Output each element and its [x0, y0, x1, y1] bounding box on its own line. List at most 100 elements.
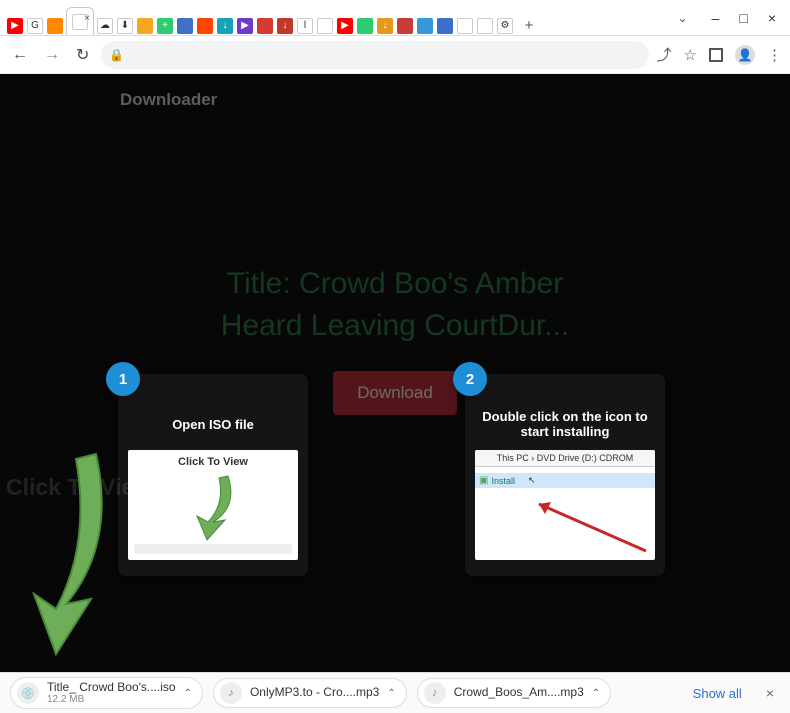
step-card-2: 2 Double click on the icon to start inst… — [465, 374, 665, 576]
browser-tab-google[interactable]: G — [26, 17, 44, 35]
maximize-button[interactable]: □ — [739, 10, 747, 26]
browser-tab-cloud-2[interactable]: ⬇ — [116, 17, 134, 35]
opera-favicon-icon — [257, 18, 273, 34]
step-title-2: Double click on the icon to start instal… — [475, 408, 655, 440]
browser-tab-gear[interactable]: ⚙ — [496, 17, 514, 35]
download-item[interactable]: ♪ OnlyMP3.to - Cro....mp3 ⌃ — [213, 678, 407, 708]
browser-tab-globe-1[interactable] — [316, 17, 334, 35]
browser-tab-play[interactable]: ▶ — [236, 17, 254, 35]
browser-tab-bold[interactable] — [436, 17, 454, 35]
close-window-button[interactable]: × — [768, 10, 776, 26]
google-favicon-icon: G — [27, 18, 43, 34]
download-item[interactable]: ♪ Crowd_Boos_Am....mp3 ⌃ — [417, 678, 611, 708]
youtube-favicon-icon: ▶ — [7, 18, 23, 34]
down-orange-favicon-icon: ↓ — [377, 18, 393, 34]
kebab-menu-icon[interactable]: ⋮ — [767, 46, 782, 64]
browser-tab-down-teal[interactable]: ↓ — [216, 17, 234, 35]
window-controls: – □ × — [698, 10, 790, 26]
gear-favicon-icon: ⚙ — [497, 18, 513, 34]
step-card-1: 1 Open ISO file Click To View — [118, 374, 308, 576]
address-bar: ← → ↻ 🔒 ⤴ ☆ 👤 ⋮ — [0, 36, 790, 74]
step-image-1: Click To View — [128, 450, 298, 560]
green-favicon-icon — [357, 18, 373, 34]
browser-tab-plus[interactable]: + — [156, 17, 174, 35]
globe-2-favicon-icon — [457, 18, 473, 34]
red-arrow-icon — [521, 496, 651, 556]
cloud-3-favicon-icon — [417, 18, 433, 34]
rss-favicon-icon — [47, 18, 63, 34]
step-title-1: Open ISO file — [128, 408, 298, 440]
download-menu-chevron-icon[interactable]: ⌃ — [184, 688, 192, 699]
step1-inner-label: Click To View — [178, 456, 248, 468]
browser-tab-cloud-1[interactable]: ☁ — [96, 17, 114, 35]
new-tab-button[interactable]: + — [520, 17, 538, 35]
lock-icon: 🔒 — [109, 48, 124, 62]
download-item[interactable]: 💿 Title_ Crowd Boo's....iso12.2 MB ⌃ — [10, 677, 203, 709]
ym-favicon-icon — [397, 18, 413, 34]
grid-favicon-icon — [177, 18, 193, 34]
step2-breadcrumb: This PC › DVD Drive (D:) CDROM — [475, 450, 655, 467]
browser-tab-star[interactable] — [136, 17, 154, 35]
browser-tab-grid[interactable] — [176, 17, 194, 35]
browser-tab-l[interactable]: l — [296, 17, 314, 35]
step-image-2: This PC › DVD Drive (D:) CDROM Install↖ — [475, 450, 655, 560]
toolbar-right: ⤴ ☆ 👤 ⋮ — [657, 44, 782, 65]
downloads-shelf: 💿 Title_ Crowd Boo's....iso12.2 MB ⌃ ♪ OnlyM… — [0, 672, 790, 713]
bold-favicon-icon — [437, 18, 453, 34]
download-filename: OnlyMP3.to - Cro....mp3 — [250, 686, 379, 699]
tabs-dropdown-button[interactable]: ⌄ — [677, 11, 687, 25]
download-filename: Crowd_Boos_Am....mp3 — [454, 686, 584, 699]
down-teal-favicon-icon: ↓ — [217, 18, 233, 34]
yt2-favicon-icon: ▶ — [337, 18, 353, 34]
cloud-2-favicon-icon: ⬇ — [117, 18, 133, 34]
close-shelf-button[interactable]: × — [760, 683, 780, 703]
share-icon[interactable]: ⤴ — [657, 44, 672, 65]
browser-tab-reddit[interactable] — [196, 17, 214, 35]
browser-tab-down-red[interactable]: ↓ — [276, 17, 294, 35]
back-button[interactable]: ← — [8, 44, 32, 66]
l-favicon-icon: l — [297, 18, 313, 34]
globe-3-favicon-icon — [477, 18, 493, 34]
reload-button[interactable]: ↻ — [72, 43, 93, 67]
cloud-1-favicon-icon: ☁ — [97, 18, 113, 34]
download-filename: Title_ Crowd Boo's....iso — [47, 681, 176, 694]
step-badge-1: 1 — [106, 362, 140, 396]
browser-tab-active[interactable]: × — [66, 7, 94, 35]
browser-tab-youtube[interactable]: ▶ — [6, 17, 24, 35]
file-icon: ♪ — [220, 682, 242, 704]
browser-tab-rss[interactable] — [46, 17, 64, 35]
url-input[interactable]: 🔒 — [101, 41, 648, 69]
profile-avatar[interactable]: 👤 — [735, 45, 755, 65]
browser-tab-ym[interactable] — [396, 17, 414, 35]
globe-1-favicon-icon — [317, 18, 333, 34]
page-content: Downloader Title: Crowd Boo's Amber Hear… — [0, 74, 790, 672]
bookmark-star-icon[interactable]: ☆ — [684, 46, 697, 64]
browser-tab-green[interactable] — [356, 17, 374, 35]
mini-arrow-icon — [183, 472, 243, 542]
reddit-favicon-icon — [197, 18, 213, 34]
plus-favicon-icon: + — [157, 18, 173, 34]
browser-tab-opera[interactable] — [256, 17, 274, 35]
download-menu-chevron-icon[interactable]: ⌃ — [387, 688, 395, 699]
forward-button[interactable]: → — [40, 44, 64, 66]
down-red-favicon-icon: ↓ — [277, 18, 293, 34]
play-favicon-icon: ▶ — [237, 18, 253, 34]
file-icon: 💿 — [17, 682, 39, 704]
step2-row: Install↖ — [475, 473, 655, 488]
step-badge-2: 2 — [453, 362, 487, 396]
browser-tab-down-orange[interactable]: ↓ — [376, 17, 394, 35]
download-menu-chevron-icon[interactable]: ⌃ — [592, 688, 600, 699]
star-favicon-icon — [137, 18, 153, 34]
show-all-button[interactable]: Show all — [685, 682, 750, 705]
browser-tab-globe-3[interactable] — [476, 17, 494, 35]
browser-tab-cloud-3[interactable] — [416, 17, 434, 35]
download-filesize: 12.2 MB — [47, 694, 176, 705]
browser-tab-globe-2[interactable] — [456, 17, 474, 35]
sidepanel-icon[interactable] — [709, 48, 723, 62]
minimize-button[interactable]: – — [712, 10, 720, 26]
browser-tab-yt2[interactable]: ▶ — [336, 17, 354, 35]
file-icon: ♪ — [424, 682, 446, 704]
big-arrow-icon — [6, 444, 126, 664]
tab-strip: ▶G×☁⬇+↓▶↓l▶↓⚙+ — [0, 1, 677, 35]
close-tab-icon[interactable]: × — [84, 13, 90, 24]
